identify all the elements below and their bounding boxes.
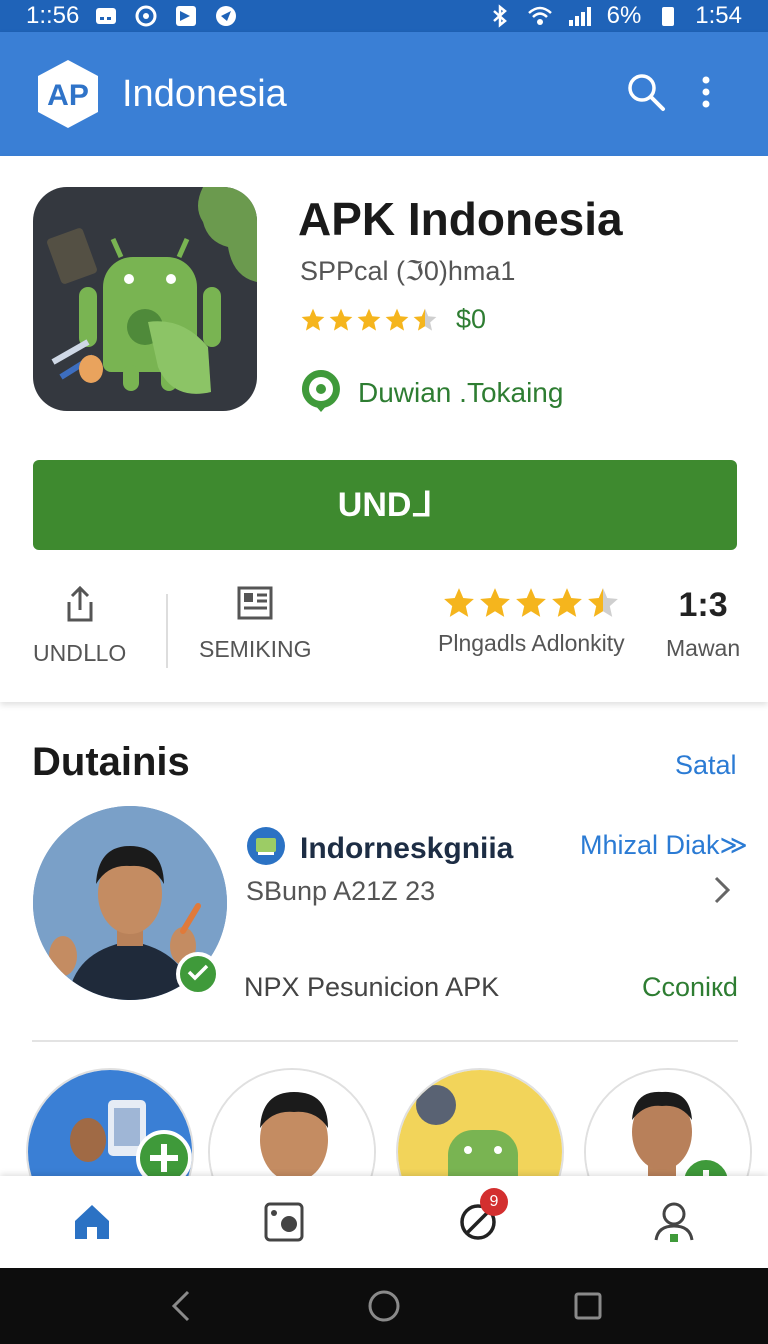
section-title: Dutainis <box>32 740 190 784</box>
save-action[interactable]: SEMIKING <box>199 586 311 663</box>
nav-home[interactable] <box>64 1196 120 1252</box>
rating-row: $0 <box>300 304 486 335</box>
recents-button[interactable] <box>568 1288 608 1328</box>
signal-icon <box>567 5 593 27</box>
star-icon <box>480 588 511 617</box>
item-description: NPX Pesunicion APK <box>244 972 500 1002</box>
star-icon <box>385 308 409 331</box>
action-divider <box>166 594 168 668</box>
navigation-icon <box>213 5 239 27</box>
search-icon <box>625 71 667 118</box>
home-icon <box>71 1201 113 1248</box>
item-title: Indorneskgniia <box>300 831 514 865</box>
developer-row[interactable]: Duwian .Tokaing <box>300 368 563 417</box>
wifi-icon <box>527 5 553 27</box>
app-bar-title: Indonesia <box>122 72 287 115</box>
nav-notifications[interactable]: 9 <box>450 1188 508 1252</box>
bluetooth-icon <box>487 4 513 28</box>
circle-icon <box>367 1289 401 1328</box>
notification-badge: 9 <box>480 1188 508 1216</box>
see-all-link[interactable]: Satal <box>675 750 737 781</box>
back-button[interactable] <box>160 1288 200 1328</box>
profile-icon <box>652 1200 696 1249</box>
chevron-right-icon[interactable] <box>712 874 732 911</box>
star-icon <box>413 308 437 331</box>
app-logo[interactable]: AP <box>32 58 104 130</box>
star-icon <box>552 588 583 617</box>
share-label: UNDᒪLO <box>33 640 127 666</box>
star-rating <box>300 307 438 333</box>
battery-percent: 6% <box>606 2 642 29</box>
share-action[interactable]: UNDᒪLO <box>33 585 127 667</box>
rating-summary[interactable]: Plngadls Adlonkity <box>438 586 625 657</box>
star-icon <box>588 588 619 617</box>
app-card: APK Indonesia SPPcal (ℑ0)hma1 $0 Duwian … <box>0 156 768 702</box>
item-app-icon <box>246 826 286 871</box>
count-summary: 1:3 Mawan <box>666 586 740 662</box>
app-name: APK Indonesia <box>298 193 623 245</box>
back-icon <box>168 1289 192 1328</box>
details-section: Dutainis Satal Indorneskgniia Mhizal Dia… <box>0 716 768 1236</box>
star-icon <box>329 308 353 331</box>
star-icon <box>301 308 325 331</box>
developer-icon <box>300 368 342 417</box>
square-icon <box>573 1291 603 1326</box>
status-left: 1::56 <box>26 2 239 30</box>
status-time-left: 1::56 <box>26 2 80 29</box>
action-row: UNDᒪLO SEMIKING Plngadls Adlonkity 1:3 M… <box>0 585 768 676</box>
item-link[interactable]: Mhizal Diak≫ <box>580 830 748 861</box>
sync-icon <box>133 5 159 27</box>
bookmark-icon <box>237 586 273 626</box>
search-button[interactable] <box>616 64 676 124</box>
check-icon <box>187 963 209 986</box>
price: $0 <box>456 304 487 334</box>
star-icon <box>444 588 475 617</box>
status-right: 6% 1:54 <box>487 2 742 30</box>
star-icon <box>357 308 381 331</box>
star-icon <box>516 588 547 617</box>
system-nav-bar <box>0 1268 768 1344</box>
verified-badge <box>176 952 220 996</box>
save-label: SEMIKING <box>199 636 312 662</box>
count-value: 1:3 <box>678 586 728 624</box>
section-divider <box>32 1040 738 1042</box>
message-icon <box>93 5 119 27</box>
gallery-icon <box>263 1201 305 1248</box>
install-button[interactable]: UNDᒧ <box>33 460 737 550</box>
more-vert-icon <box>701 76 711 113</box>
bottom-nav: 9 <box>0 1176 768 1268</box>
vpn-icon <box>173 5 199 27</box>
app-icon <box>33 187 257 411</box>
more-options-button[interactable] <box>676 64 736 124</box>
status-time-right: 1:54 <box>695 2 742 29</box>
home-button[interactable] <box>364 1288 404 1328</box>
count-label: Mawan <box>666 635 741 661</box>
logo-text: AP <box>47 79 89 112</box>
share-icon <box>63 585 97 630</box>
app-bar: AP Indonesia <box>0 32 768 156</box>
nav-gallery[interactable] <box>256 1196 312 1252</box>
item-title-row[interactable]: Indorneskgniia <box>246 826 513 871</box>
item-subtitle: SBunp A21Z 23 <box>246 876 436 906</box>
status-bar: 1::56 6% 1:54 <box>0 0 768 32</box>
nav-profile[interactable] <box>646 1196 702 1252</box>
item-status: Cconiкd <box>642 972 738 1002</box>
rating-stars <box>442 586 620 620</box>
battery-icon <box>655 5 681 27</box>
developer-name: Duwian .Tokaing <box>358 376 564 408</box>
app-subtitle: SPPcal (ℑ0)hma1 <box>300 256 516 286</box>
rating-label: Plngadls Adlonkity <box>438 630 625 656</box>
